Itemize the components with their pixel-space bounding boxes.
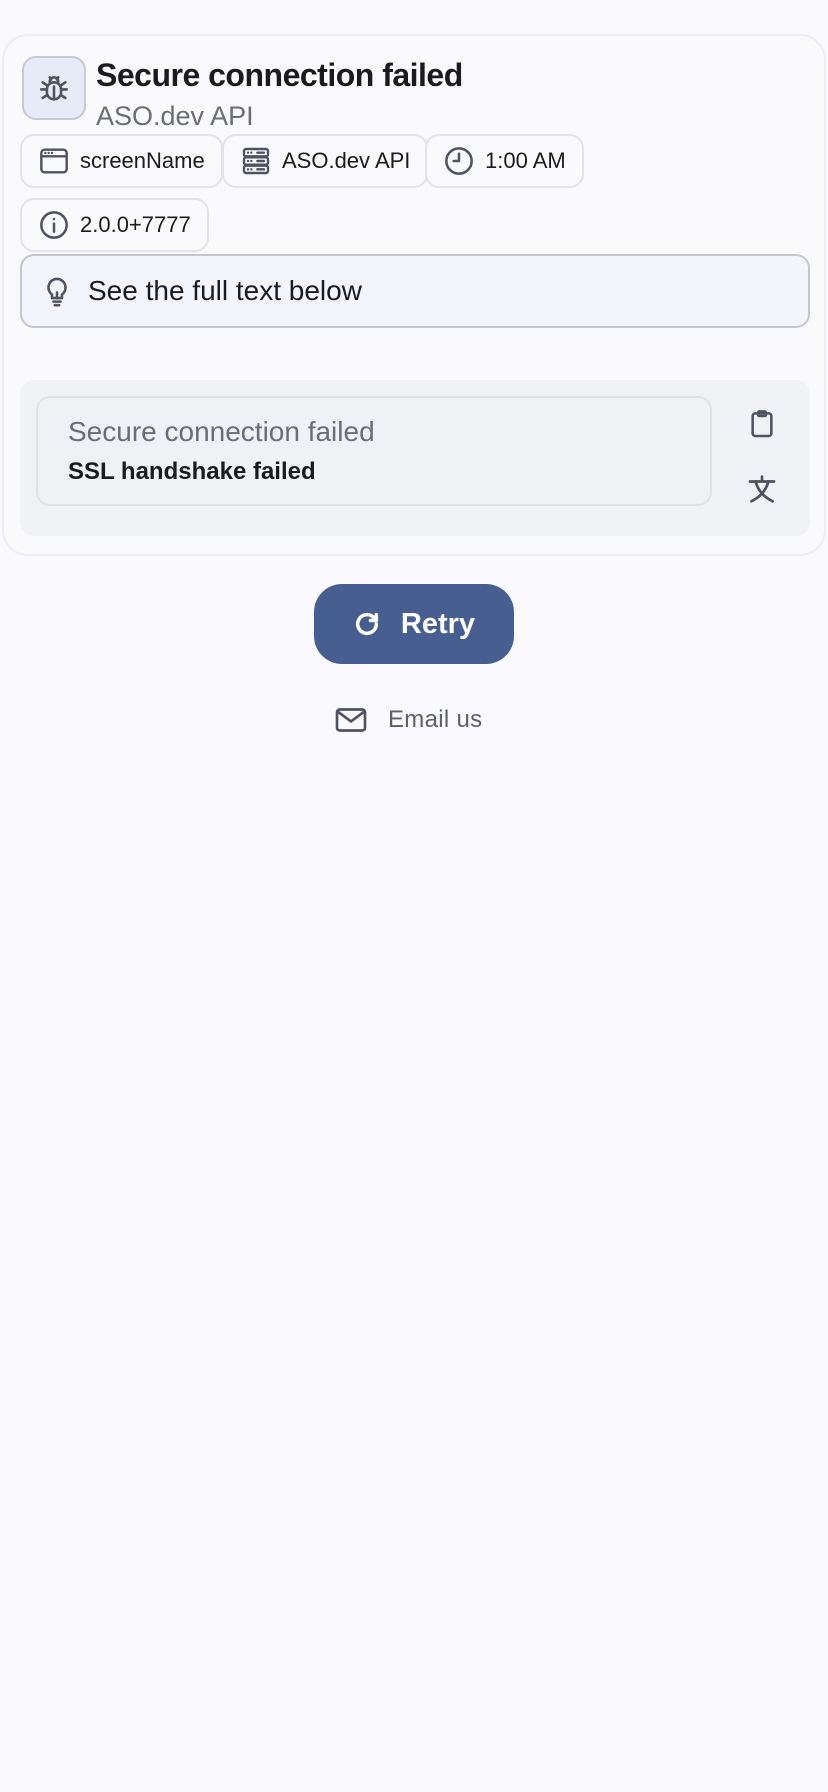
error-card: Secure connection failed ASO.dev API scr… (2, 34, 826, 556)
email-us-link[interactable]: Email us (334, 706, 482, 734)
chip-time[interactable]: 1:00 AM (425, 134, 584, 188)
error-header: Secure connection failed ASO.dev API (22, 56, 463, 135)
email-us-label: Email us (388, 706, 483, 733)
translate-icon[interactable] (742, 470, 782, 510)
server-icon (240, 145, 272, 177)
hint-banner: See the full text below (20, 254, 810, 328)
chip-screen[interactable]: screenName (20, 134, 223, 188)
info-icon (38, 209, 70, 241)
window-icon (38, 145, 70, 177)
chip-screen-label: screenName (80, 148, 205, 173)
message-title: Secure connection failed (68, 416, 375, 447)
chip-service[interactable]: ASO.dev API (222, 134, 429, 188)
retry-label: Retry (400, 607, 476, 640)
error-subtitle: ASO.dev API (96, 101, 254, 131)
refresh-icon (353, 610, 381, 638)
hint-text: See the full text below (88, 275, 362, 306)
chip-version[interactable]: 2.0.0+7777 (20, 198, 209, 252)
bug-icon (22, 56, 86, 120)
chip-time-label: 1:00 AM (485, 148, 566, 173)
chip-version-label: 2.0.0+7777 (80, 212, 191, 237)
mail-icon (334, 706, 368, 734)
message-box: Secure connection failed SSL handshake f… (36, 396, 712, 506)
message-panel: Secure connection failed SSL handshake f… (20, 380, 810, 536)
chip-service-label: ASO.dev API (282, 148, 411, 173)
clipboard-icon[interactable] (742, 404, 782, 444)
message-detail: SSL handshake failed (68, 458, 316, 485)
clock-icon (443, 145, 475, 177)
retry-button[interactable]: Retry (314, 584, 514, 664)
lightbulb-icon (40, 272, 74, 310)
error-title: Secure connection failed (96, 57, 463, 93)
